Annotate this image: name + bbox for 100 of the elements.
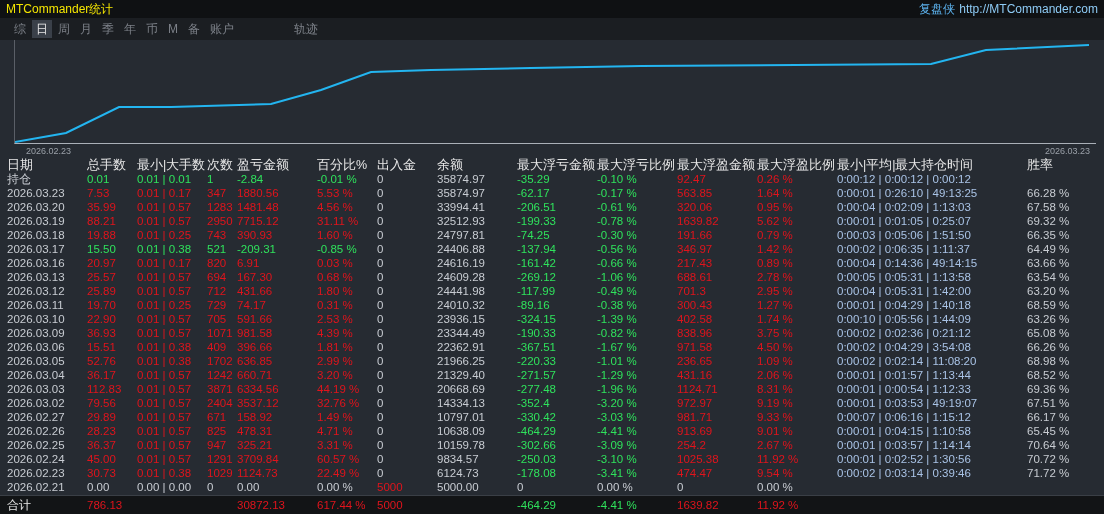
tab[interactable]: M — [164, 20, 182, 38]
axis-label: 2026.03.23 — [1044, 145, 1090, 158]
tab[interactable]: 季 — [98, 20, 118, 38]
table-cell-text: -117.99 — [517, 284, 557, 298]
table-cell-text: 2026.02.23 — [7, 466, 66, 480]
table-cell-text: 9.19 % — [757, 396, 794, 410]
table-cell-text: 36.93 — [87, 326, 117, 340]
table-cell-text: 0:00:01 | 0:04:15 | 1:10:58 — [837, 424, 972, 438]
table-cell-text: 5.62 % — [757, 214, 794, 228]
table-cell-text: 347 — [207, 186, 228, 200]
table-cell-text: 32512.93 — [437, 214, 486, 228]
tab[interactable]: 月 — [76, 20, 96, 38]
table-cell-text: 0 — [377, 396, 385, 410]
website-link[interactable]: http://MTCommander.com — [959, 0, 1098, 18]
table-cell-text: -464.29 — [517, 424, 557, 438]
table-cell-text: 0 — [377, 242, 385, 256]
table-cell-text: 236.65 — [677, 354, 714, 368]
table-cell-text: 0.01 — [87, 172, 111, 186]
tab[interactable]: 综 — [10, 20, 30, 38]
column-header: 百分比% — [317, 158, 369, 172]
table-cell-text: 0:00:01 | 0:02:52 | 1:30:56 — [837, 452, 972, 466]
table-cell-text: 0.01 | 0.17 — [137, 186, 193, 200]
table-cell-text: 0:00:02 | 0:03:14 | 0:39:46 — [837, 466, 972, 480]
table-cell-text: 1.64 % — [757, 186, 794, 200]
table-cell-text: 60.57 % — [317, 452, 361, 466]
table-cell-text: -1.67 % — [597, 340, 638, 354]
table-cell-text: 0 — [517, 480, 525, 494]
table-cell-text: 31.11 % — [317, 214, 360, 228]
table-cell-text: -324.15 — [517, 312, 557, 326]
table-cell-text: 65.45 % — [1027, 424, 1071, 438]
table-cell-text: 3537.12 — [237, 396, 280, 410]
table-cell-text: -89.16 — [517, 298, 551, 312]
table-cell-text: 22.49 % — [317, 466, 361, 480]
table-cell-text: 972.97 — [677, 396, 714, 410]
table-cell-text: -0.30 % — [597, 228, 638, 242]
tab[interactable]: 轨迹 — [290, 20, 322, 38]
table-cell-text: -0.66 % — [597, 256, 638, 270]
table-cell-text: 21329.40 — [437, 368, 486, 382]
table-cell-text: 0:00:01 | 0:26:10 | 49:13:25 — [837, 186, 979, 200]
table-cell-text: 71.72 % — [1027, 466, 1071, 480]
table-cell-text: 0.00 — [87, 480, 111, 494]
table-cell-text: -367.51 — [517, 340, 557, 354]
tab[interactable]: 年 — [120, 20, 140, 38]
table-cell-text: 521 — [207, 242, 228, 256]
table-cell-text: 2026.03.04 — [7, 368, 66, 382]
table-cell-text: 35874.97 — [437, 172, 486, 186]
tab[interactable]: 日 — [32, 20, 52, 38]
column-header: 出入金 — [377, 158, 417, 172]
table-cell-text: -178.08 — [517, 466, 557, 480]
table-cell-text: 0 — [377, 256, 385, 270]
table-cell-text: -209.31 — [237, 242, 277, 256]
table-cell-text: 0.01 | 0.17 — [137, 256, 193, 270]
table-cell-text: 0.00 | 0.00 — [137, 480, 193, 494]
table-cell-text: 0.01 | 0.25 — [137, 298, 193, 312]
table-cell-text: 0.00 % — [757, 480, 794, 494]
table-cell-text: 44.19 % — [317, 382, 361, 396]
table-cell-text: 1.42 % — [757, 242, 794, 256]
table-cell-text: 913.69 — [677, 424, 714, 438]
table-cell-text: 1481.48 — [237, 200, 280, 214]
table-cell-text: 1.80 % — [317, 284, 354, 298]
table-cell-text: 0 — [377, 424, 385, 438]
table-cell-text: 6.91 — [237, 256, 261, 270]
table-cell-text: 24609.28 — [437, 270, 486, 284]
table-cell-text: 688.61 — [677, 270, 714, 284]
table-cell-text: 1071 — [207, 326, 234, 340]
table-cell-text: 8.31 % — [757, 382, 794, 396]
table-cell-text: 24406.88 — [437, 242, 486, 256]
table-cell-text: 0.01 | 0.25 — [137, 228, 193, 242]
table-cell-text: 478.31 — [237, 424, 274, 438]
table-cell-text: -3.10 % — [597, 452, 638, 466]
tab[interactable]: 备 — [184, 20, 204, 38]
table-cell-text: -1.96 % — [597, 382, 638, 396]
table-cell-text: 23936.15 — [437, 312, 486, 326]
table-cell-text: 64.49 % — [1027, 242, 1071, 256]
tab[interactable]: 周 — [54, 20, 74, 38]
table-cell-text: 0:00:12 | 0:00:12 | 0:00:12 — [837, 172, 972, 186]
table-cell-text: 88.21 — [87, 214, 117, 228]
table-cell-text: 63.26 % — [1027, 312, 1071, 326]
table-cell-text: 2.67 % — [757, 438, 794, 452]
table-cell-text: 0:00:04 | 0:05:31 | 1:42:00 — [837, 284, 972, 298]
table-cell-text: 947 — [207, 438, 228, 452]
column-header: 最大浮盈比例 — [757, 158, 836, 172]
column-header: 最大浮盈金额 — [677, 158, 756, 172]
table-cell-text: 35.99 — [87, 200, 117, 214]
table-cell-text: 2026.03.11 — [7, 298, 65, 312]
table-cell-text: 0.03 % — [317, 256, 354, 270]
table-cell-text: 35874.97 — [437, 186, 486, 200]
table-cell-text: 0.01 | 0.38 — [137, 340, 193, 354]
table-cell-text: 52.76 — [87, 354, 117, 368]
table-cell-text: -74.25 — [517, 228, 551, 242]
table-cell-text: -1.29 % — [597, 368, 638, 382]
table-cell-text: -3.09 % — [597, 438, 638, 452]
table-cell-text: 636.85 — [237, 354, 274, 368]
tab[interactable]: 账户 — [206, 20, 238, 38]
brand-name: 复盘侠 — [919, 1, 956, 18]
table-cell-text: 0 — [377, 410, 385, 424]
table-cell-text: 0.01 | 0.57 — [137, 438, 193, 452]
tab[interactable]: 币 — [142, 20, 162, 38]
table-cell-text: -0.56 % — [597, 242, 638, 256]
table-cell-text: 325.21 — [237, 438, 274, 452]
